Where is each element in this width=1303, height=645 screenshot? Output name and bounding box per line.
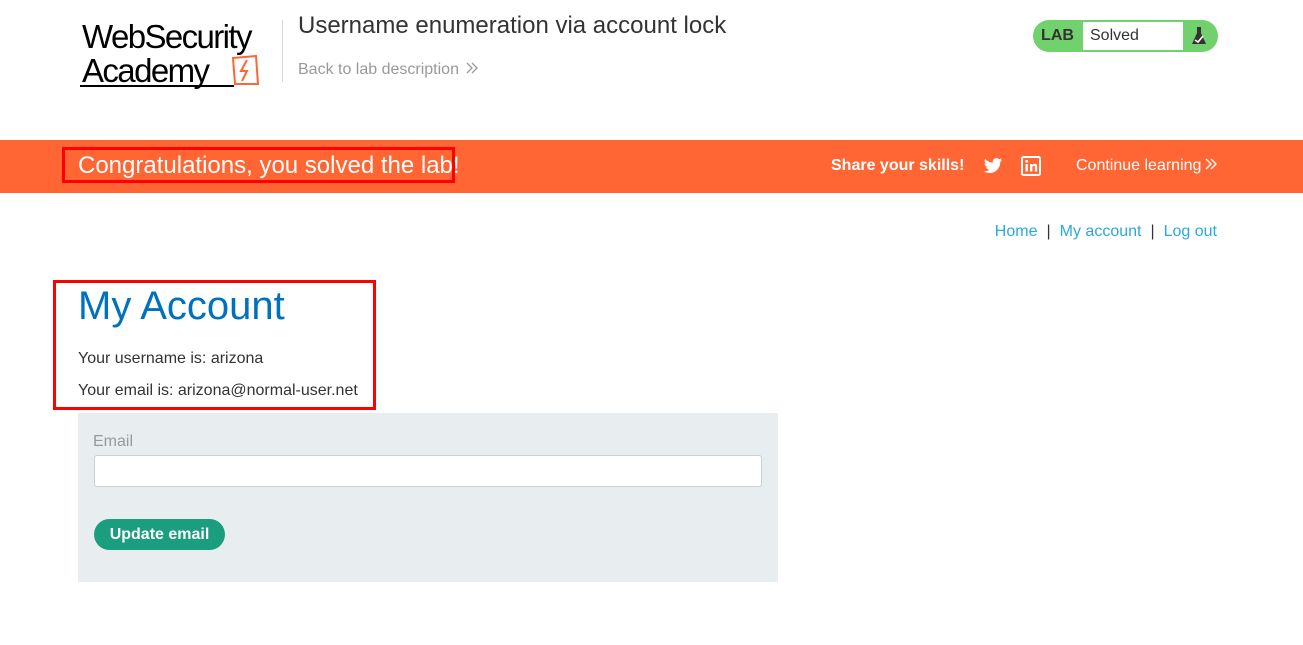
nav-separator: | (1046, 223, 1051, 240)
page-title: My Account (78, 284, 285, 328)
update-email-button[interactable]: Update email (94, 519, 225, 550)
update-email-form: Email Update email (78, 413, 778, 582)
email-text: Your email is: arizona@normal-user.net (78, 382, 358, 399)
lab-status-tag: LAB (1041, 27, 1074, 44)
linkedin-icon[interactable] (1021, 156, 1041, 176)
congratulations-message: Congratulations, you solved the lab! (78, 152, 460, 179)
nav-home-link[interactable]: Home (995, 223, 1038, 240)
flask-icon (1183, 21, 1214, 51)
lightning-bolt-icon (231, 54, 260, 85)
page-header: WebSecurity Academy Username enumeration… (0, 0, 1303, 140)
nav-separator: | (1150, 223, 1155, 240)
web-security-academy-logo[interactable]: WebSecurity Academy (78, 18, 282, 92)
back-to-lab-description-link[interactable]: Back to lab description (298, 61, 479, 80)
account-nav: Home | My account | Log out (995, 223, 1217, 241)
lab-title: Username enumeration via account lock (298, 12, 727, 39)
continue-learning-link[interactable]: Continue learning (1076, 157, 1218, 176)
back-link-label: Back to lab description (298, 61, 459, 78)
twitter-icon[interactable] (983, 156, 1003, 176)
double-chevron-right-icon (465, 61, 479, 80)
double-chevron-right-icon (1204, 157, 1218, 176)
username-text: Your username is: arizona (78, 350, 264, 367)
email-field-label: Email (93, 433, 134, 450)
continue-learning-label: Continue learning (1076, 157, 1202, 174)
nav-log-out-link[interactable]: Log out (1164, 223, 1217, 240)
logo-text-line1: WebSecurity (82, 18, 252, 55)
lab-status-widget: LAB Solved (1033, 20, 1218, 52)
share-skills-label: Share your skills! (831, 157, 965, 174)
logo-text-line2: Academy (82, 52, 210, 89)
email-field[interactable] (94, 455, 762, 487)
lab-solved-banner: Congratulations, you solved the lab! Sha… (0, 140, 1303, 193)
nav-my-account-link[interactable]: My account (1060, 223, 1142, 240)
header-divider (282, 20, 283, 82)
logo-underline (80, 85, 234, 87)
